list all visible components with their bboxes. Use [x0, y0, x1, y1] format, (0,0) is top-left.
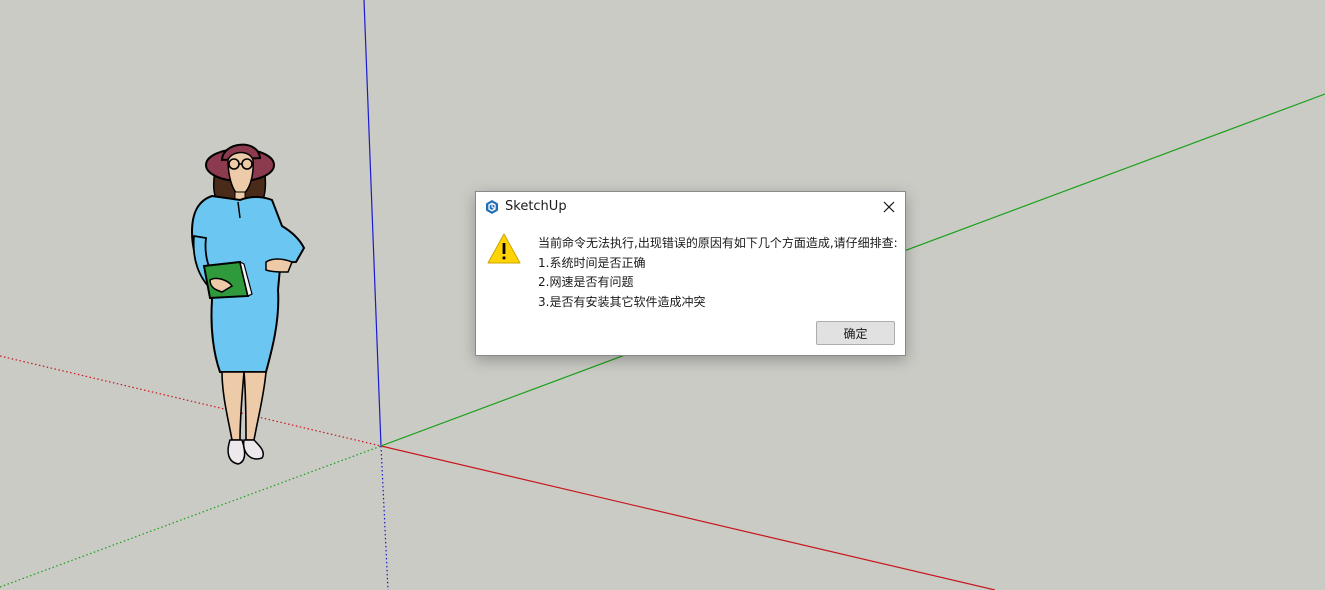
dialog-message: 当前命令无法执行,出现错误的原因有如下几个方面造成,请仔细排查: 1.系统时间是… [538, 234, 898, 312]
dialog-title: SketchUp [505, 199, 567, 214]
message-line: 3.是否有安装其它软件造成冲突 [538, 294, 706, 309]
message-line: 当前命令无法执行,出现错误的原因有如下几个方面造成,请仔细排查: [538, 236, 898, 250]
error-dialog: SketchUp 当前命令无法执行,出现错误的原因有如下几个方面造成,请仔细排查… [475, 191, 906, 356]
ok-button[interactable]: 确定 [816, 321, 895, 345]
warning-icon [486, 232, 522, 266]
close-button[interactable] [873, 192, 905, 222]
sketchup-logo-icon [484, 199, 500, 215]
dialog-titlebar[interactable]: SketchUp [476, 192, 905, 222]
message-line: 1.系统时间是否正确 [538, 255, 646, 270]
message-line: 2.网速是否有问题 [538, 275, 634, 289]
close-icon [883, 201, 895, 213]
